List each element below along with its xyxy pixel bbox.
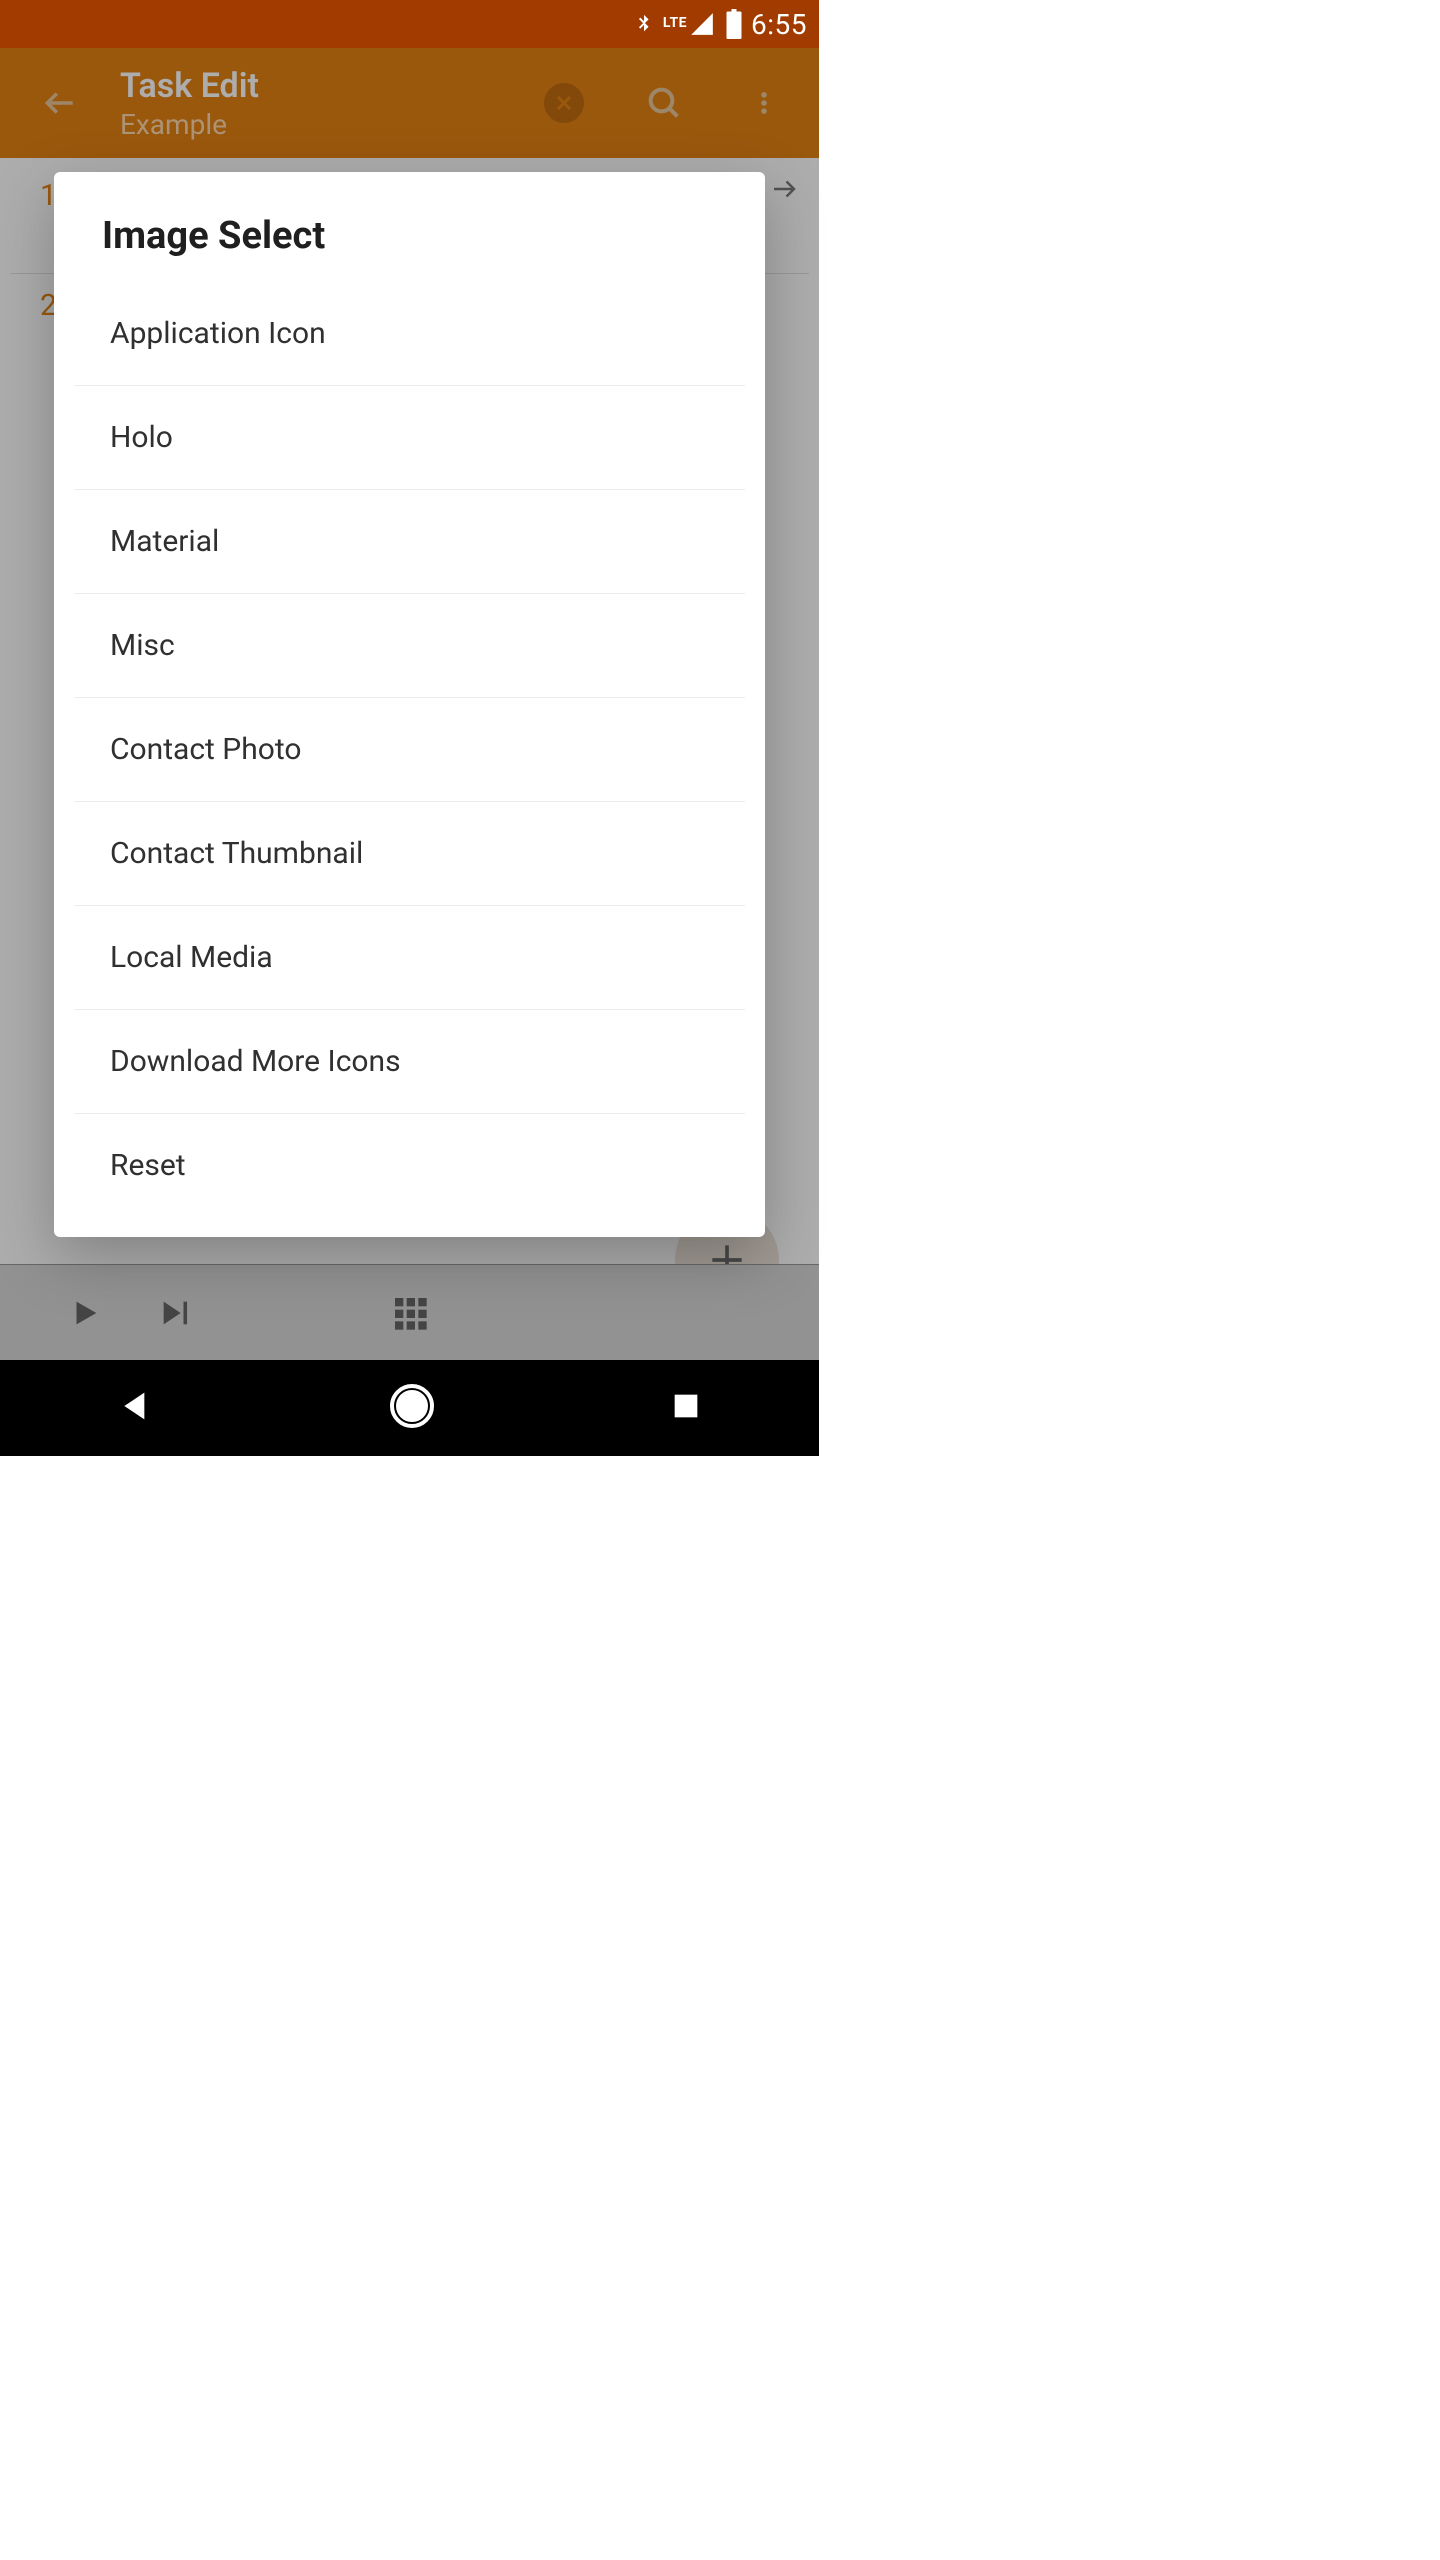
app-bar: Task Edit Example <box>0 48 819 158</box>
dialog-item-local-media[interactable]: Local Media <box>74 906 745 1010</box>
nav-recents[interactable] <box>669 1389 703 1427</box>
nav-back[interactable] <box>116 1386 156 1430</box>
dialog-item-contact-thumbnail[interactable]: Contact Thumbnail <box>74 802 745 906</box>
nav-square-icon <box>669 1389 703 1423</box>
search-icon <box>644 83 684 123</box>
battery-icon <box>725 9 743 39</box>
play-button[interactable] <box>40 1296 130 1330</box>
step-button[interactable] <box>130 1296 220 1330</box>
bluetooth-icon <box>633 8 655 40</box>
apps-icon <box>390 1293 430 1333</box>
dialog-item-misc[interactable]: Misc <box>74 594 745 698</box>
overflow-button[interactable] <box>719 83 809 123</box>
play-icon <box>68 1296 102 1330</box>
nav-back-icon <box>116 1386 156 1426</box>
nav-home[interactable] <box>388 1382 436 1434</box>
arrow-left-icon <box>41 84 79 122</box>
dialog-item-holo[interactable]: Holo <box>74 386 745 490</box>
status-time: 6:55 <box>751 8 807 41</box>
back-button[interactable] <box>10 84 110 122</box>
clear-button[interactable] <box>519 83 609 123</box>
plus-icon <box>705 1238 749 1264</box>
appbar-titles: Task Edit Example <box>120 66 259 141</box>
signal-group: LTE <box>663 11 717 37</box>
appbar-title: Task Edit <box>120 66 259 106</box>
image-select-dialog: Image Select Application Icon Holo Mater… <box>54 172 765 1237</box>
search-button[interactable] <box>619 83 709 123</box>
nav-home-icon <box>388 1382 436 1430</box>
dialog-list: Application Icon Holo Material Misc Cont… <box>54 282 765 1217</box>
signal-icon <box>687 11 717 37</box>
more-vert-icon <box>750 83 778 123</box>
play-next-icon <box>156 1296 194 1330</box>
network-label: LTE <box>663 15 687 31</box>
dialog-item-application-icon[interactable]: Application Icon <box>74 282 745 386</box>
bottom-toolbar <box>0 1264 819 1360</box>
dialog-item-reset[interactable]: Reset <box>74 1114 745 1217</box>
dialog-title: Image Select <box>54 172 765 282</box>
status-bar: LTE 6:55 <box>0 0 819 48</box>
appbar-subtitle: Example <box>120 108 259 141</box>
nav-bar <box>0 1360 819 1456</box>
dialog-item-contact-photo[interactable]: Contact Photo <box>74 698 745 802</box>
close-icon <box>544 83 584 123</box>
arrow-right-icon <box>769 174 799 204</box>
dialog-item-download-more[interactable]: Download More Icons <box>74 1010 745 1114</box>
forward-button[interactable] <box>769 174 799 208</box>
dialog-item-material[interactable]: Material <box>74 490 745 594</box>
grid-button[interactable] <box>365 1293 455 1333</box>
